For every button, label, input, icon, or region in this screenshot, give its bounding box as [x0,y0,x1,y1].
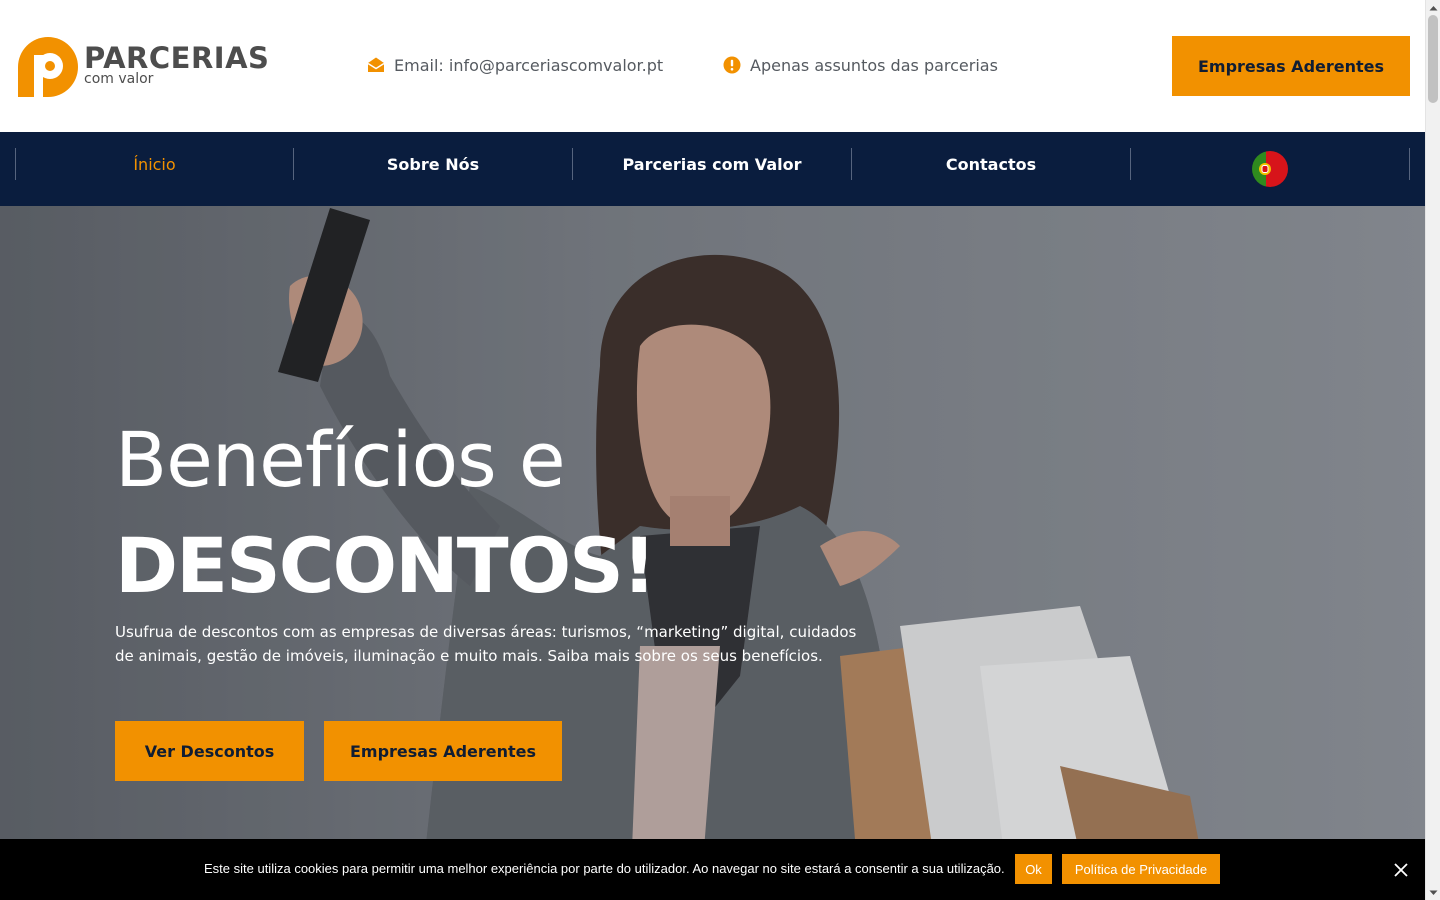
nav-item-parcerias-com-valor[interactable]: Parcerias com Valor [573,148,851,180]
logo-p-icon [18,37,78,97]
site-logo[interactable]: PARCERIAS com valor [18,36,278,98]
contact-notice: Apenas assuntos das parcerias [723,54,998,76]
logo-subtitle: com valor [84,71,154,87]
nav-item-inicio[interactable]: Ínicio [16,148,293,180]
exclamation-circle-icon [723,56,741,74]
nav-divider [1409,148,1410,180]
logo-title: PARCERIAS [84,41,270,75]
scrollbar-thumb[interactable] [1428,15,1438,103]
contact-notice-text: Apenas assuntos das parcerias [750,55,998,75]
close-icon[interactable] [1390,859,1412,881]
empresas-aderentes-header-button[interactable]: Empresas Aderentes [1172,36,1410,96]
page-scrollbar[interactable] [1425,0,1440,900]
hero-title-line1: Benefícios e [115,415,566,504]
nav-divider [1130,148,1131,180]
scroll-up-arrow-icon[interactable] [1426,0,1440,15]
nav-item-sobre-nos[interactable]: Sobre Nós [294,148,572,180]
privacy-policy-button[interactable]: Política de Privacidade [1062,854,1220,884]
nav-item-contactos[interactable]: Contactos [852,148,1130,180]
envelope-open-icon [367,56,385,74]
contact-email-text: Email: info@parceriascomvalor.pt [394,55,664,75]
scroll-down-arrow-icon[interactable] [1426,885,1440,900]
main-navigation: Ínicio Sobre Nós Parcerias com Valor Con… [0,132,1425,206]
cookie-consent-bar: Este site utiliza cookies para permitir … [0,839,1425,900]
hero-title-line2: DESCONTOS! [115,521,657,610]
portugal-flag-icon[interactable] [1252,151,1288,187]
contact-email[interactable]: Email: info@parceriascomvalor.pt [367,54,663,76]
cookie-text: Este site utiliza cookies para permitir … [204,861,1005,876]
ver-descontos-button[interactable]: Ver Descontos [115,721,304,781]
site-header: PARCERIAS com valor Email: info@parceria… [0,0,1425,132]
cookie-ok-button[interactable]: Ok [1015,854,1052,884]
hero-section: Benefícios e DESCONTOS! Usufrua de desco… [0,206,1425,900]
empresas-aderentes-hero-button[interactable]: Empresas Aderentes [324,721,562,781]
hero-description: Usufrua de descontos com as empresas de … [115,623,857,665]
